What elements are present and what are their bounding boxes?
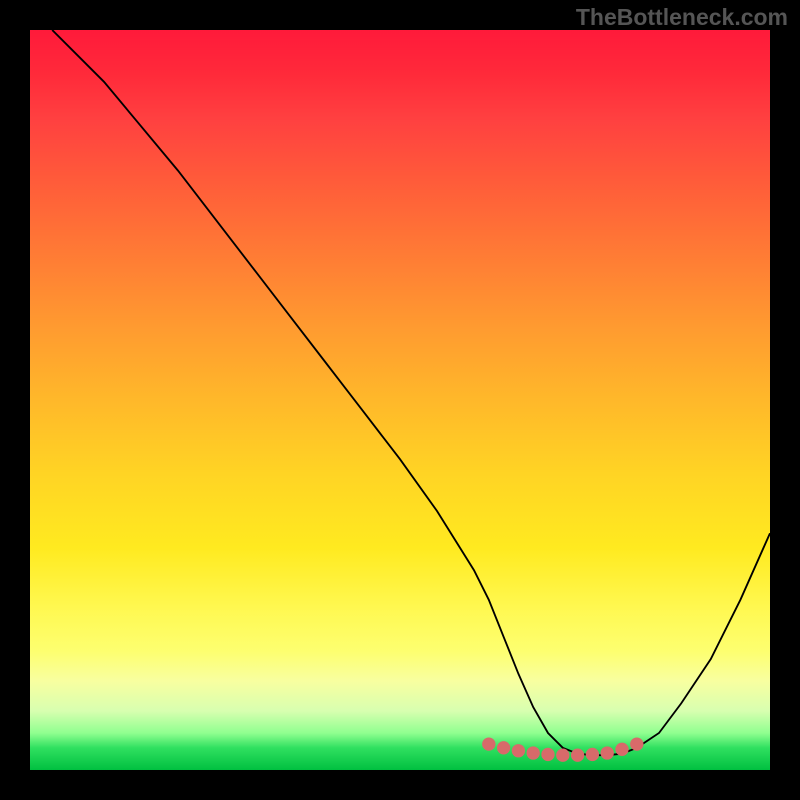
watermark-text: TheBottleneck.com: [576, 4, 788, 31]
chart-svg: [30, 30, 770, 770]
marker-point: [586, 748, 599, 761]
highlight-markers: [482, 737, 643, 761]
marker-point: [482, 737, 495, 750]
marker-point: [497, 741, 510, 754]
marker-point: [541, 748, 554, 761]
marker-point: [527, 746, 540, 759]
bottleneck-curve: [52, 30, 770, 755]
chart-plot-area: [30, 30, 770, 770]
marker-point: [615, 743, 628, 756]
marker-point: [601, 746, 614, 759]
marker-point: [571, 749, 584, 762]
marker-point: [556, 749, 569, 762]
marker-point: [630, 737, 643, 750]
marker-point: [512, 744, 525, 757]
